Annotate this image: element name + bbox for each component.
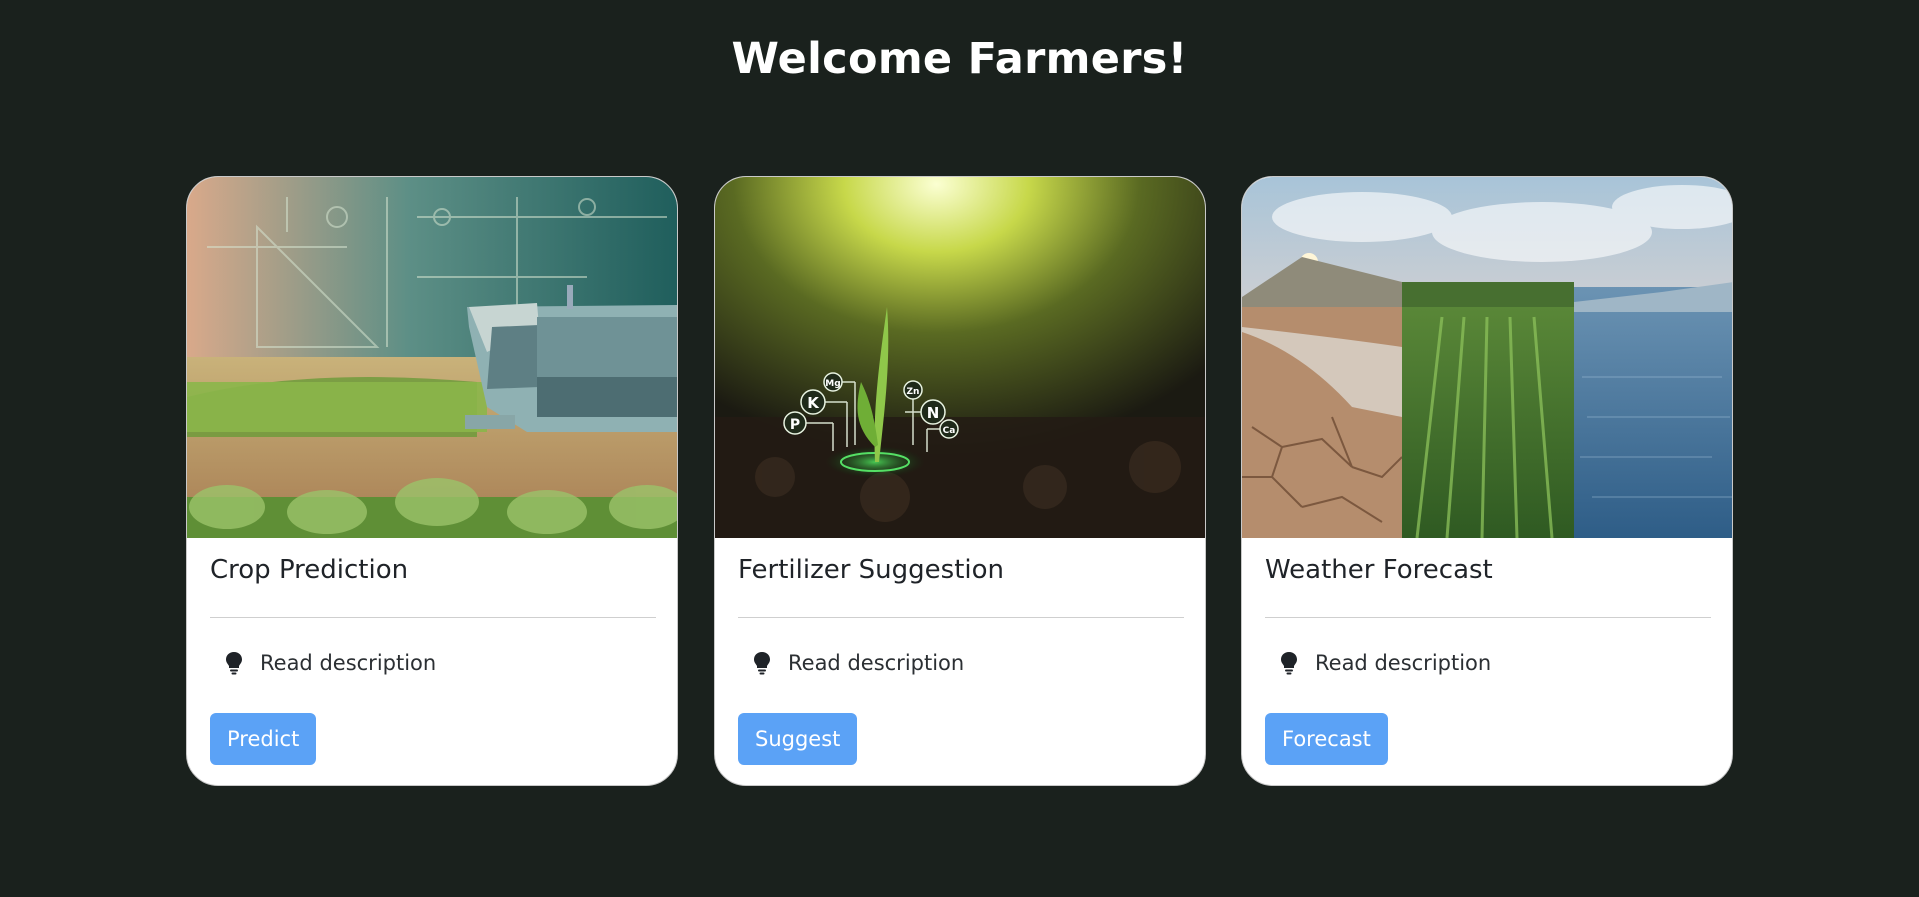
predict-button[interactable]: Predict (210, 713, 317, 765)
card-title: Fertilizer Suggestion (738, 555, 1005, 585)
card-title: Weather Forecast (1265, 555, 1493, 585)
nutrient-p: P (790, 417, 800, 433)
read-description-link[interactable]: Read description (753, 651, 964, 675)
lightbulb-icon (1281, 652, 1297, 675)
crop-prediction-image (187, 177, 677, 538)
read-description-link[interactable]: Read description (225, 651, 436, 675)
page-title: Welcome Farmers! (731, 34, 1188, 84)
divider (738, 617, 1184, 618)
weather-forecast-image (1242, 177, 1732, 538)
card-title: Crop Prediction (210, 555, 409, 585)
nutrient-ca: Ca (943, 426, 956, 436)
lightbulb-icon (754, 652, 770, 675)
fertilizer-suggestion-card: P K Mg Zn N Ca Fertilizer Suggestion Rea… (714, 176, 1206, 786)
read-description-text: Read description (1315, 651, 1492, 675)
crop-prediction-card: Crop Prediction Read description Predict (186, 176, 678, 786)
suggest-button[interactable]: Suggest (738, 713, 858, 765)
nutrient-k: K (807, 394, 820, 412)
weather-forecast-card: Weather Forecast Read description Foreca… (1241, 176, 1733, 786)
divider (210, 617, 656, 618)
read-description-link[interactable]: Read description (1280, 651, 1491, 675)
nutrient-mg: Mg (825, 379, 840, 389)
lightbulb-icon (226, 652, 242, 675)
nutrient-zn: Zn (907, 387, 920, 397)
fertilizer-suggestion-image: P K Mg Zn N Ca (715, 177, 1205, 538)
read-description-text: Read description (260, 651, 437, 675)
forecast-button[interactable]: Forecast (1265, 713, 1388, 765)
divider (1265, 617, 1711, 618)
read-description-text: Read description (788, 651, 965, 675)
feature-cards: Crop Prediction Read description Predict (186, 176, 1734, 788)
nutrient-n: N (927, 404, 940, 422)
